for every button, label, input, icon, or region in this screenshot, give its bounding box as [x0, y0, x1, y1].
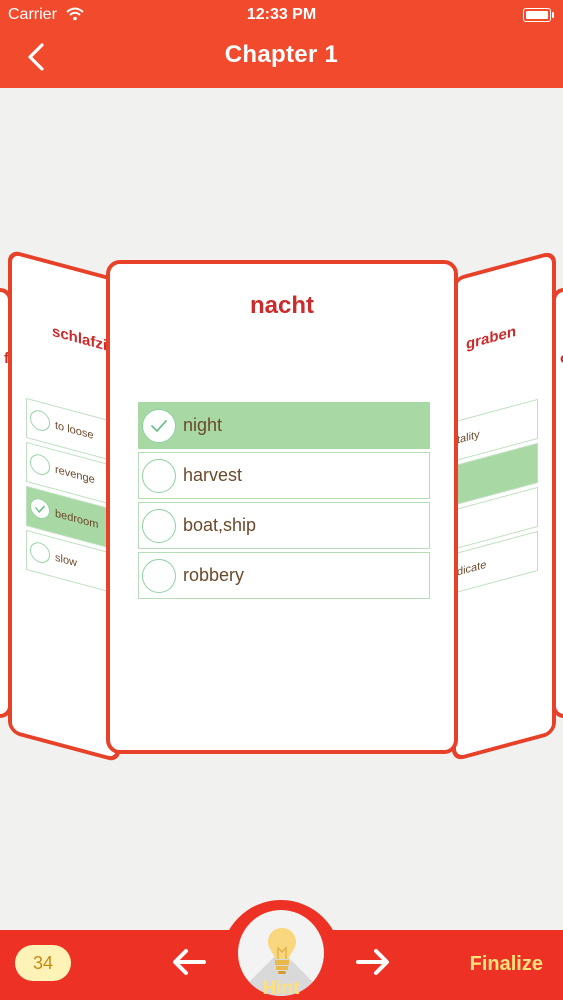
answer-option-harvest[interactable]: harvest: [138, 452, 430, 499]
option-label: tality: [457, 428, 480, 447]
radio-circle-icon: [30, 451, 50, 478]
radio-circle-icon: [142, 509, 176, 543]
next-card-word: graben: [466, 322, 517, 354]
previous-flashcard[interactable]: schlafzimm to loose revenge bedroom slow: [8, 248, 120, 764]
hint-label: Hint: [262, 978, 300, 999]
check-circle-icon: [30, 495, 50, 522]
checkmark-icon: [151, 420, 167, 433]
check-circle-icon: [142, 409, 176, 443]
answer-option-night[interactable]: night: [138, 402, 430, 449]
radio-circle-icon: [142, 459, 176, 493]
option-label: bedroom: [55, 507, 99, 532]
battery-icon: [523, 8, 554, 22]
flashcard-carousel[interactable]: f o schlafzimm to loose revenge bedroom …: [0, 88, 563, 930]
radio-circle-icon: [142, 559, 176, 593]
next-arrow-button[interactable]: [354, 946, 392, 978]
answer-option-boat-ship[interactable]: boat,ship: [138, 502, 430, 549]
status-bar: Carrier 12:33 PM: [0, 0, 563, 30]
current-flashcard[interactable]: nacht night harvest boat,ship robbery: [106, 260, 458, 754]
radio-circle-icon: [30, 539, 50, 566]
next-flashcard[interactable]: graben tality dicate: [452, 250, 556, 762]
answer-option-label: night: [183, 415, 223, 435]
lightbulb-icon: [268, 928, 296, 974]
previous-arrow-button[interactable]: [170, 946, 208, 978]
page-title: Chapter 1: [224, 41, 339, 68]
flashcard-word: nacht: [249, 292, 314, 319]
answer-option-label: boat,ship: [183, 515, 257, 535]
option-label: revenge: [55, 463, 95, 487]
answer-option-label: robbery: [183, 565, 245, 585]
answer-option-robbery[interactable]: robbery: [138, 552, 430, 599]
header-bar: Carrier 12:33 PM Chapter 1: [0, 0, 563, 88]
finalize-button[interactable]: Finalize: [470, 953, 543, 976]
option-label: slow: [55, 551, 78, 570]
score-badge: 34: [15, 945, 71, 981]
battery-level: [526, 11, 548, 19]
option-label: to loose: [55, 419, 94, 442]
status-time: 12:33 PM: [246, 6, 317, 23]
radio-circle-icon: [30, 407, 50, 434]
answer-option-label: harvest: [183, 465, 243, 485]
option-label: dicate: [457, 558, 487, 579]
